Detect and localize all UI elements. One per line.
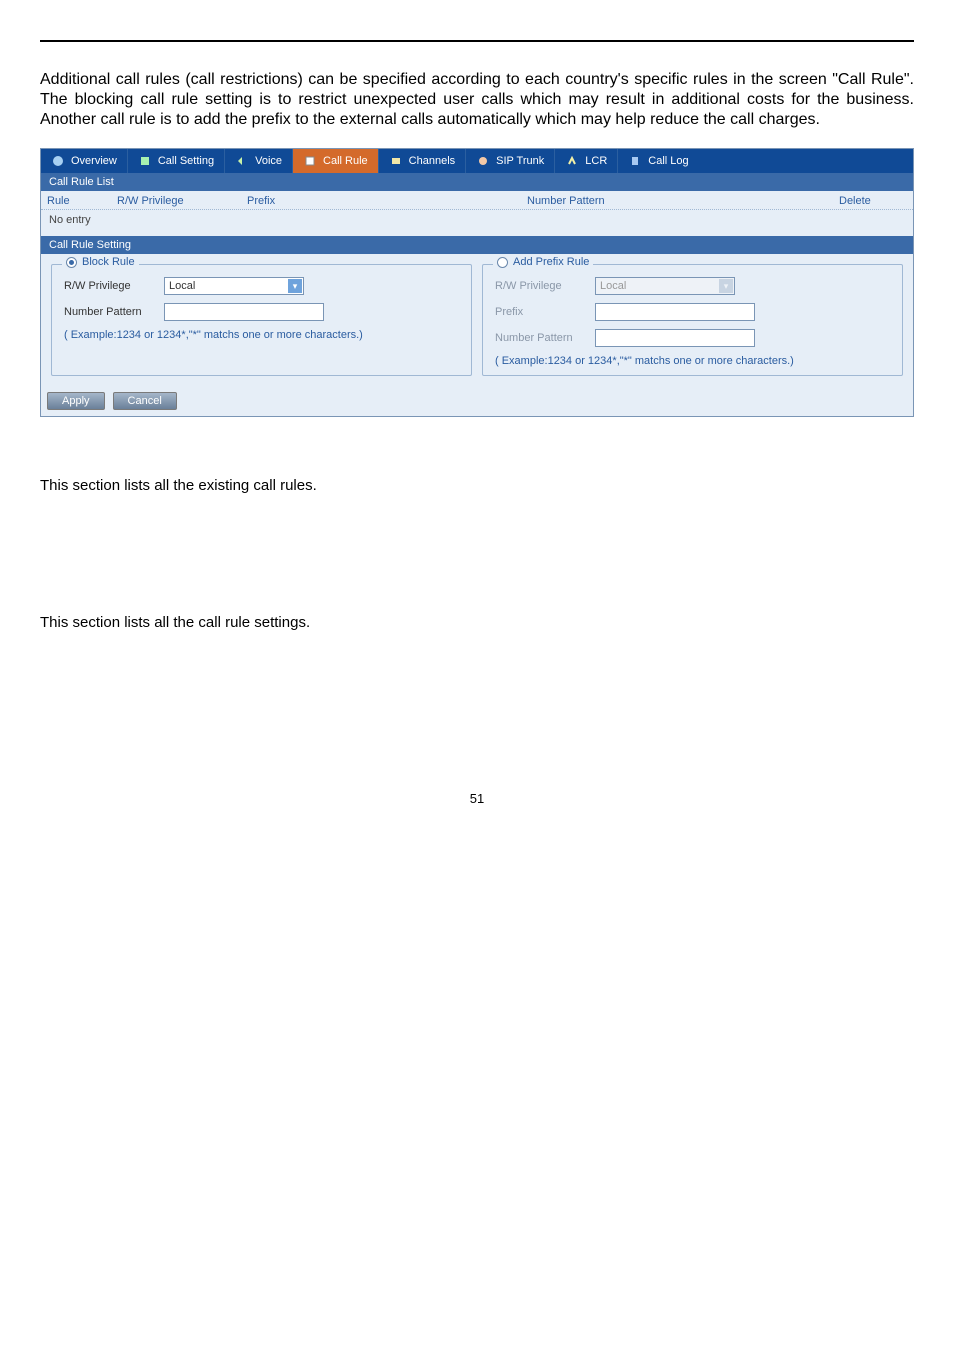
list-empty-text: No entry (41, 210, 913, 236)
prefix-input[interactable] (595, 303, 755, 321)
tab-label: Call Log (648, 155, 688, 167)
prefix-rw-select[interactable]: Local ▾ (595, 277, 735, 295)
button-bar: Apply Cancel (41, 386, 913, 416)
tab-call-rule[interactable]: Call Rule (293, 149, 379, 173)
lcr-icon (565, 154, 579, 168)
tab-label: Call Rule (323, 155, 368, 167)
tab-label: LCR (585, 155, 607, 167)
prefix-rw-value: Local (600, 280, 626, 292)
header-divider (40, 40, 914, 42)
page-number: 51 (40, 791, 914, 806)
voice-icon (235, 154, 249, 168)
sip-icon (476, 154, 490, 168)
log-icon (628, 154, 642, 168)
tab-voice[interactable]: Voice (225, 149, 293, 173)
col-rw: R/W Privilege (111, 195, 241, 207)
tab-call-log[interactable]: Call Log (618, 149, 698, 173)
block-rule-fieldset: Block Rule R/W Privilege Local ▾ Number … (51, 264, 472, 376)
block-rule-radio[interactable] (66, 257, 77, 268)
call-rule-setting-title: Call Rule Setting (41, 236, 913, 254)
prefix-rw-label: R/W Privilege (495, 280, 595, 292)
apply-button[interactable]: Apply (47, 392, 105, 410)
prefix-rule-radio[interactable] (497, 257, 508, 268)
rule-icon (303, 154, 317, 168)
col-number-pattern: Number Pattern (521, 195, 833, 207)
prefix-pfx-label: Prefix (495, 306, 595, 318)
channels-icon (389, 154, 403, 168)
tab-label: Voice (255, 155, 282, 167)
chevron-down-icon: ▾ (288, 279, 302, 293)
col-prefix: Prefix (241, 195, 521, 207)
call-rule-list-title: Call Rule List (41, 173, 913, 191)
tab-label: Call Setting (158, 155, 214, 167)
tab-bar: Overview Call Setting Voice Call Rule Ch… (41, 149, 913, 173)
tab-lcr[interactable]: LCR (555, 149, 618, 173)
cancel-button[interactable]: Cancel (113, 392, 177, 410)
block-rw-value: Local (169, 280, 195, 292)
tab-sip-trunk[interactable]: SIP Trunk (466, 149, 555, 173)
tab-label: Channels (409, 155, 455, 167)
col-rule: Rule (41, 195, 111, 207)
app-screenshot: Overview Call Setting Voice Call Rule Ch… (40, 148, 914, 417)
block-np-input[interactable] (164, 303, 324, 321)
prefix-example: ( Example:1234 or 1234*,"*" matchs one o… (495, 355, 890, 367)
prefix-rule-fieldset: Add Prefix Rule R/W Privilege Local ▾ Pr… (482, 264, 903, 376)
tab-call-setting[interactable]: Call Setting (128, 149, 225, 173)
settings-body: Block Rule R/W Privilege Local ▾ Number … (41, 254, 913, 386)
block-rw-select[interactable]: Local ▾ (164, 277, 304, 295)
block-rule-legend-text: Block Rule (82, 256, 135, 268)
prefix-rule-legend[interactable]: Add Prefix Rule (493, 256, 593, 268)
block-rule-legend[interactable]: Block Rule (62, 256, 139, 268)
prefix-rule-legend-text: Add Prefix Rule (513, 256, 589, 268)
overview-icon (51, 154, 65, 168)
block-rw-label: R/W Privilege (64, 280, 164, 292)
note-existing-rules: This section lists all the existing call… (40, 477, 914, 494)
tab-label: Overview (71, 155, 117, 167)
tab-overview[interactable]: Overview (41, 149, 128, 173)
block-example: ( Example:1234 or 1234*,"*" matchs one o… (64, 329, 459, 341)
settings-icon (138, 154, 152, 168)
tab-label: SIP Trunk (496, 155, 544, 167)
tab-channels[interactable]: Channels (379, 149, 466, 173)
prefix-np-label: Number Pattern (495, 332, 595, 344)
list-header-row: Rule R/W Privilege Prefix Number Pattern… (41, 191, 913, 210)
note-rule-settings: This section lists all the call rule set… (40, 614, 914, 631)
block-np-label: Number Pattern (64, 306, 164, 318)
prefix-np-input[interactable] (595, 329, 755, 347)
chevron-down-icon: ▾ (719, 279, 733, 293)
intro-paragraph: Additional call rules (call restrictions… (40, 70, 914, 130)
col-delete: Delete (833, 195, 913, 207)
